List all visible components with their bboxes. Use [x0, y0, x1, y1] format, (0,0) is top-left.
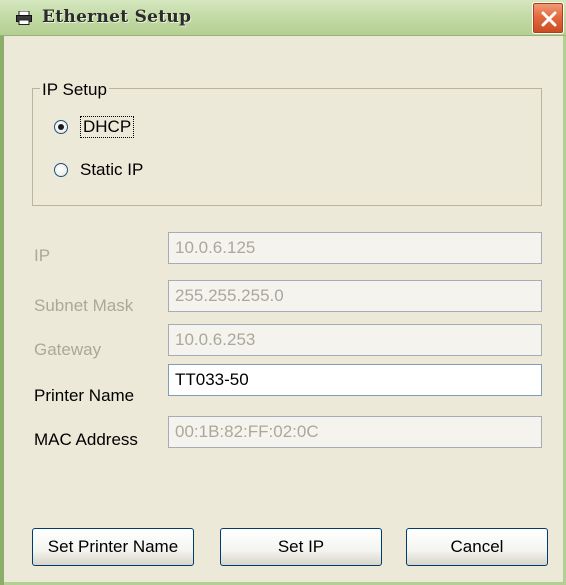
radio-dhcp[interactable]: DHCP — [54, 116, 135, 138]
ip-field[interactable]: 10.0.6.125 — [168, 232, 542, 264]
ethernet-setup-dialog: Ethernet Setup IP Setup DHCP Static IP I… — [0, 0, 566, 585]
radio-label-static-ip[interactable]: Static IP — [80, 160, 143, 180]
window-border — [0, 36, 4, 585]
radio-label-dhcp[interactable]: DHCP — [80, 116, 135, 138]
close-button[interactable] — [532, 2, 564, 34]
gateway-field[interactable]: 10.0.6.253 — [168, 324, 542, 356]
subnet-mask-field[interactable]: 255.255.255.0 — [168, 280, 542, 312]
mac-address-field[interactable]: 00:1B:82:FF:02:0C — [168, 416, 542, 448]
cancel-button[interactable]: Cancel — [406, 528, 548, 566]
set-printer-name-button[interactable]: Set Printer Name — [32, 528, 194, 566]
close-icon — [541, 11, 557, 27]
printer-name-label: Printer Name — [34, 386, 135, 405]
ip-label: IP — [34, 246, 51, 265]
radio-button-dhcp[interactable] — [54, 120, 68, 134]
ip-setup-legend: IP Setup — [40, 80, 109, 100]
radio-static-ip[interactable]: Static IP — [54, 160, 143, 180]
printer-name-field[interactable]: TT033-50 — [168, 364, 542, 396]
ip-setup-group — [32, 88, 542, 206]
gateway-label: Gateway — [34, 340, 102, 359]
printer-icon — [16, 10, 32, 25]
radio-button-static-ip[interactable] — [54, 163, 68, 177]
mac-address-label: MAC Address — [34, 430, 138, 449]
title-bar[interactable]: Ethernet Setup — [0, 0, 566, 36]
subnet-mask-label: Subnet Mask — [34, 296, 134, 315]
window-title: Ethernet Setup — [42, 7, 192, 27]
set-ip-button[interactable]: Set IP — [220, 528, 382, 566]
